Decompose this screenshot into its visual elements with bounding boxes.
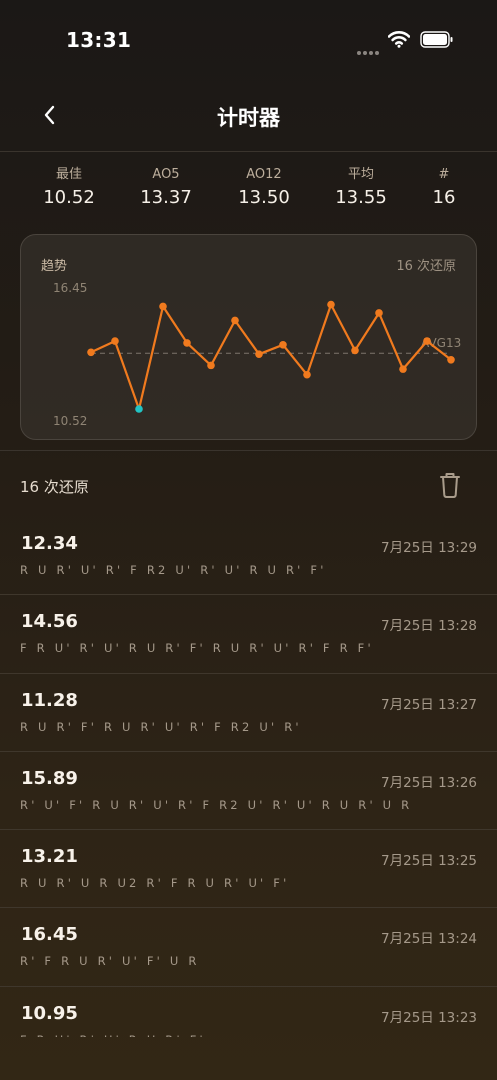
data-point <box>159 302 167 311</box>
solve-row[interactable]: 15.89 7月25日 13:26 R' U' F' R U R' U' R' F … <box>0 752 497 831</box>
best-solve-point <box>135 405 143 413</box>
solve-date: 7月25日 13:23 <box>381 1009 477 1026</box>
stat-value: 10.52 <box>43 187 95 208</box>
page-title: 计时器 <box>217 106 280 130</box>
solve-date: 7月25日 13:27 <box>381 696 477 713</box>
solve-list: 12.34 7月25日 13:29 R U R' U' R' F R2 U' R' … <box>0 517 497 1037</box>
trend-chart-card: 趋势 16 次还原 16.45 10.52 AVG13 <box>20 234 477 440</box>
solve-date: 7月25日 13:26 <box>381 774 477 791</box>
data-point <box>279 340 287 349</box>
solve-time: 13.21 <box>21 846 78 868</box>
stat-best: 最佳 10.52 <box>19 165 119 208</box>
status-time: 13:31 <box>66 28 132 52</box>
solve-scramble: F R U' R' U' R U R' F' <box>20 1033 206 1037</box>
trash-icon[interactable] <box>436 470 464 500</box>
data-point <box>327 300 335 309</box>
solve-list-count: 16 次还原 <box>20 478 89 496</box>
solve-row[interactable]: 13.21 7月25日 13:25 R U R' U R U2 R' F R U R… <box>0 830 497 909</box>
solve-row[interactable]: 11.28 7月25日 13:27 R U R' F' R U R' U' R' F… <box>0 674 497 752</box>
stats-row: 最佳 10.52 AO5 13.37 AO12 13.50 平均 13.55 #… <box>0 165 497 215</box>
wifi-icon <box>388 31 410 48</box>
status-bar: 13:31 <box>0 0 497 80</box>
solve-time: 11.28 <box>21 689 78 711</box>
cellular-signal-icon <box>357 40 381 55</box>
solve-scramble: R U R' F' R U R' U' R' F R2 U' R' <box>20 719 302 734</box>
section-divider <box>0 450 497 451</box>
stat-label: AO5 <box>152 167 180 182</box>
data-point <box>351 346 359 355</box>
solve-time: 16.45 <box>21 924 78 946</box>
solve-date: 7月25日 13:28 <box>381 618 477 635</box>
solve-time: 15.89 <box>21 767 78 789</box>
solve-date: 7月25日 13:29 <box>381 540 477 556</box>
data-point <box>255 350 263 358</box>
stat-label: AO12 <box>246 167 282 182</box>
solve-scramble: R' F R U R' U' F' U R <box>20 954 200 969</box>
data-point <box>231 316 239 325</box>
solve-time: 14.56 <box>21 611 78 633</box>
data-point <box>303 370 311 379</box>
solve-row[interactable]: 10.95 7月25日 13:23 F R U' R' U' R U R' F' <box>0 987 497 1037</box>
solve-scramble: R U R' U R U2 R' F R U R' U' F' <box>20 876 290 891</box>
data-point <box>399 365 407 373</box>
solve-row[interactable]: 16.45 7月25日 13:24 R' F R U R' U' F' U R <box>0 908 497 987</box>
y-max-label: 16.45 <box>53 281 87 295</box>
solve-list-header: 16 次还原 <box>0 460 497 510</box>
data-point <box>111 337 119 345</box>
stat-label: # <box>438 167 450 182</box>
data-point <box>183 339 191 347</box>
solve-time: 10.95 <box>21 1002 78 1024</box>
trend-series <box>87 300 455 413</box>
navigation-bar: 计时器 <box>0 80 497 152</box>
data-point <box>423 337 431 345</box>
solve-scramble: R U R' U' R' F R2 U' R' U' R U R' F' <box>20 563 327 577</box>
battery-icon <box>420 31 453 48</box>
data-point <box>87 348 95 357</box>
data-point <box>375 309 383 317</box>
solve-scramble: R' U' F' R U R' U' R' F R2 U' R' U' R U … <box>20 797 413 812</box>
y-min-label: 10.52 <box>53 414 87 428</box>
solve-row[interactable]: 14.56 7月25日 13:28 F R U' R' U' R U R' F' R… <box>0 595 497 674</box>
solve-row[interactable]: 12.34 7月25日 13:29 R U R' U' R' F R2 U' R' … <box>0 517 497 596</box>
data-point <box>207 361 215 370</box>
stat-ao5: AO5 13.37 <box>116 165 216 208</box>
trend-chart: 16.45 10.52 AVG13 <box>53 281 461 428</box>
trend-line <box>90 303 452 411</box>
stat-ao12: AO12 13.50 <box>214 165 314 208</box>
stat-value: 13.37 <box>140 187 192 208</box>
stat-value: 13.50 <box>238 187 290 208</box>
solve-date: 7月25日 13:24 <box>381 931 477 948</box>
stat-label: 最佳 <box>55 167 82 182</box>
solve-time: 12.34 <box>21 533 78 554</box>
stat-count: # 16 <box>394 165 494 208</box>
stat-value: 16 <box>432 187 456 208</box>
solve-scramble: F R U' R' U' R U R' F' R U R' U' R' F R … <box>20 641 374 656</box>
solve-date: 7月25日 13:25 <box>381 853 477 870</box>
data-point <box>447 355 455 364</box>
